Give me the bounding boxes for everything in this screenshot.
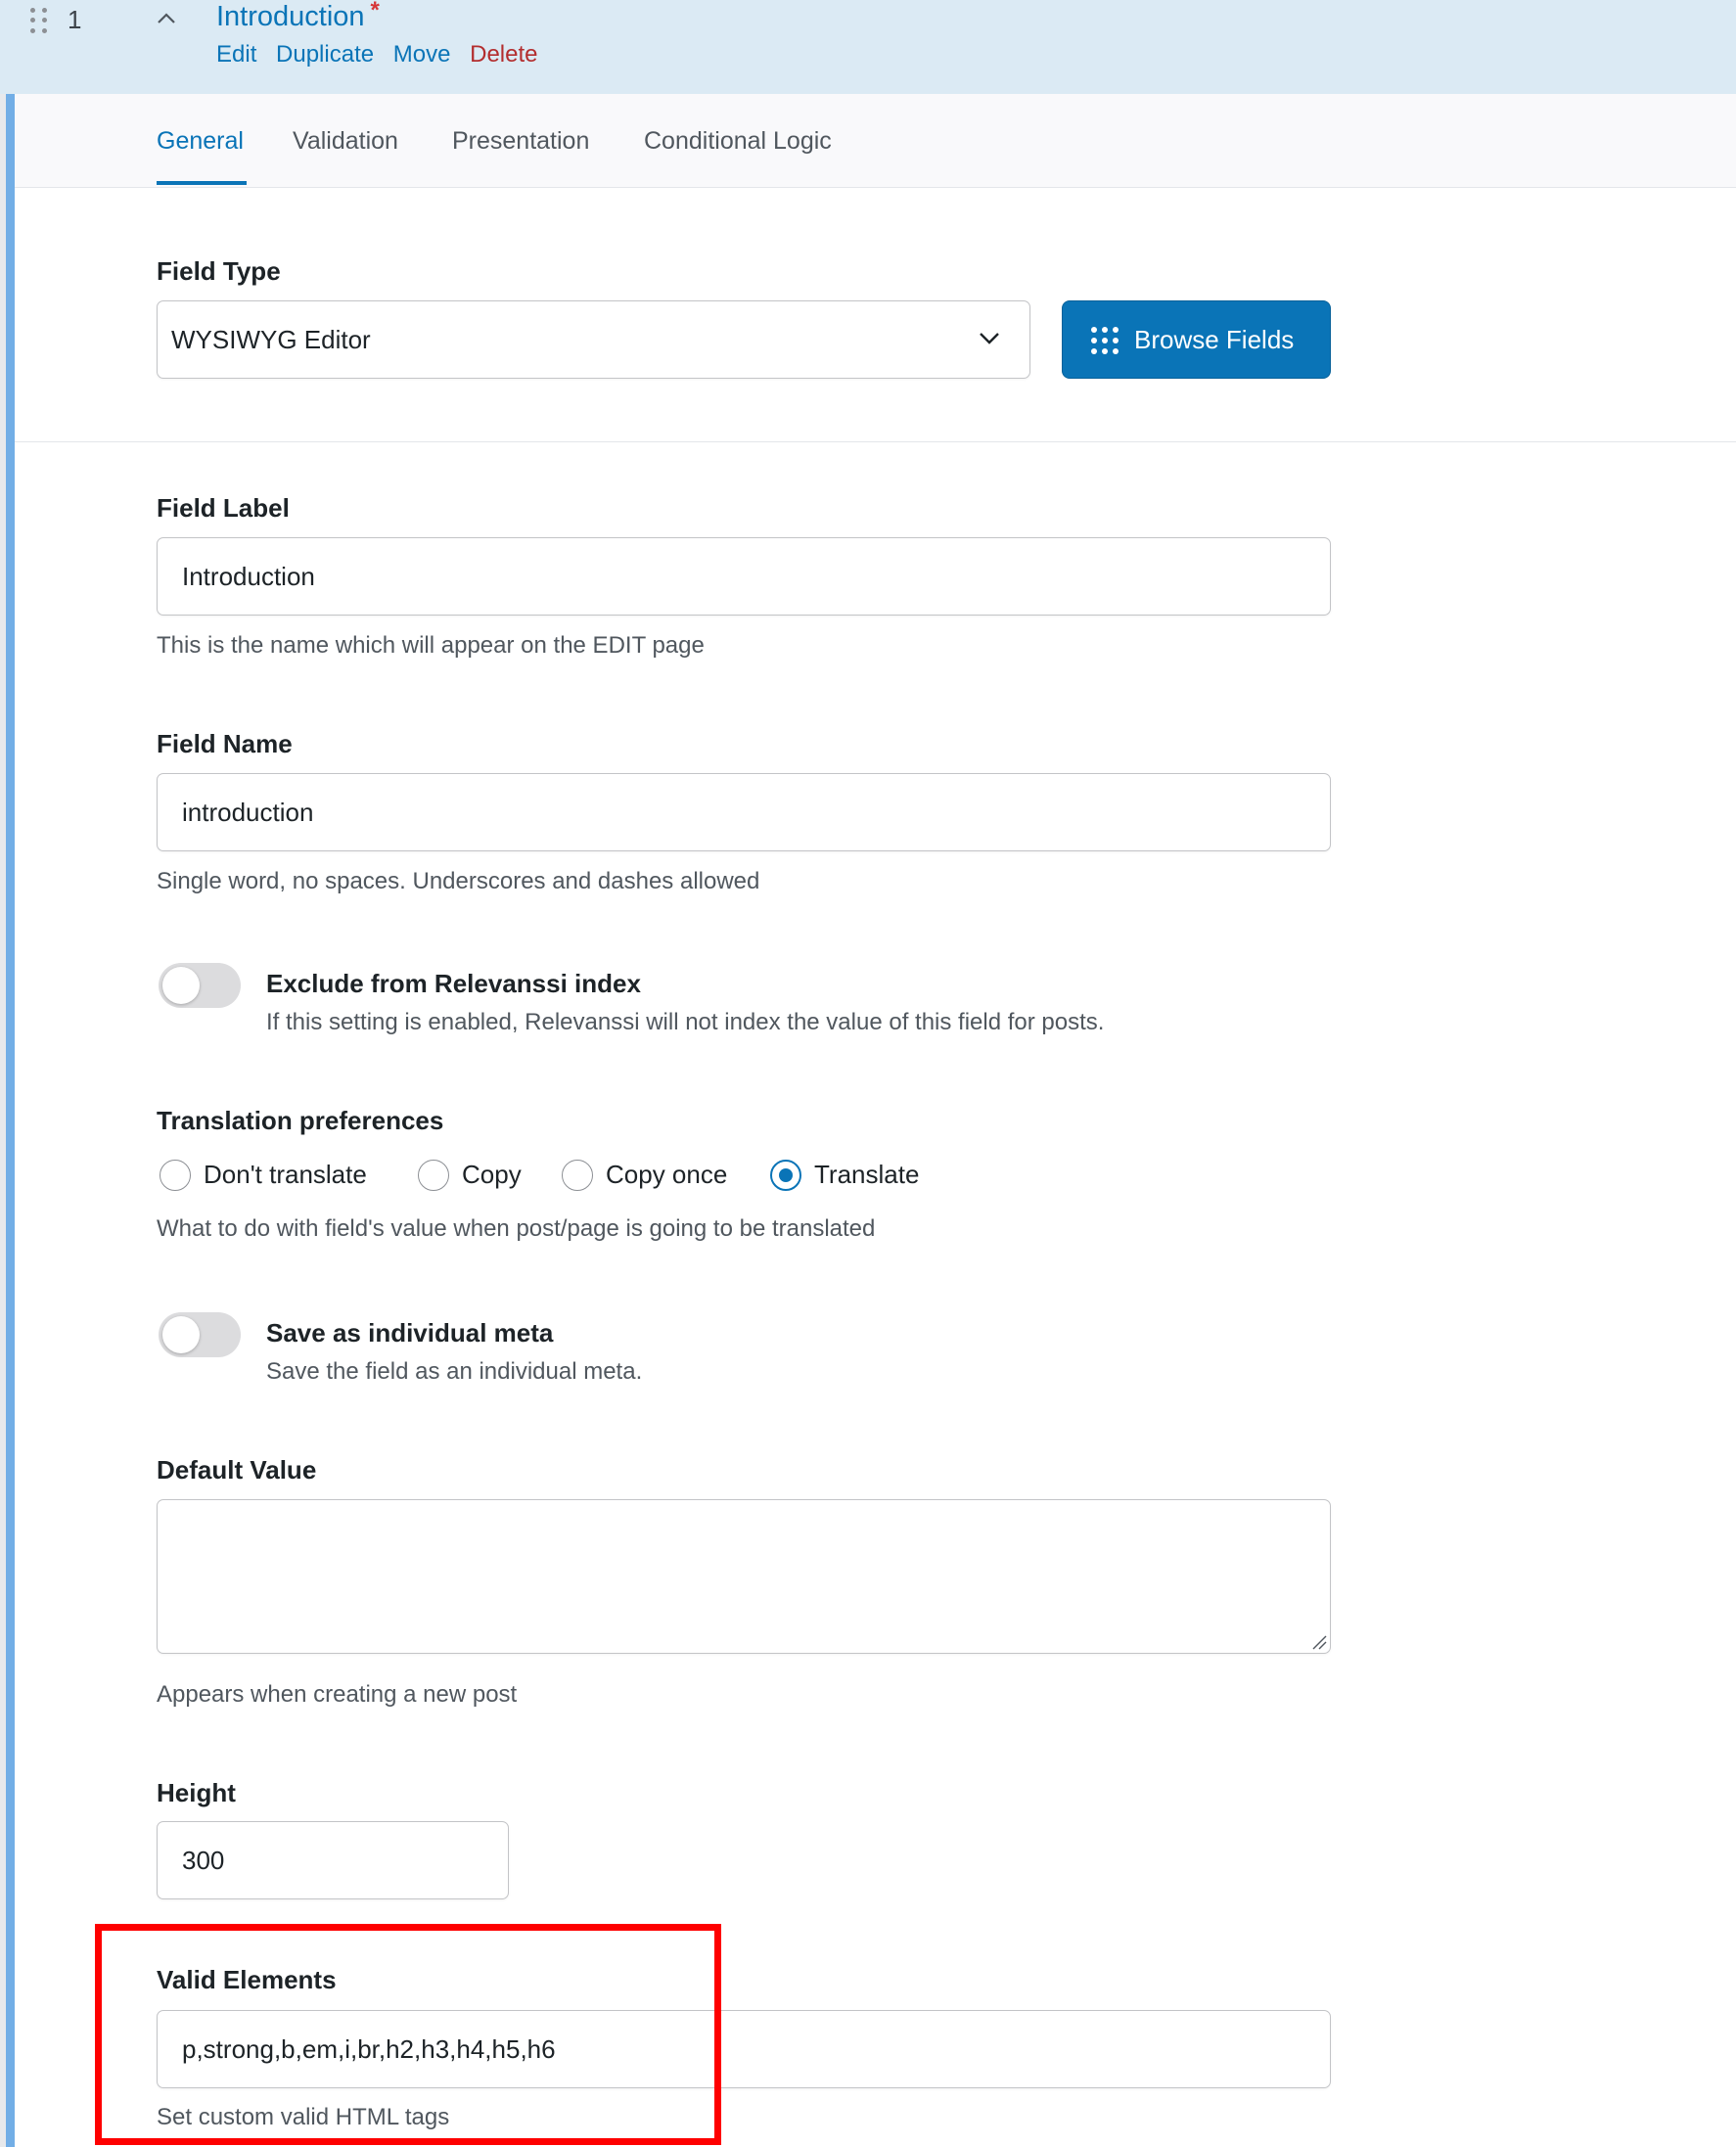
default-value-help: Appears when creating a new post [157,1681,518,1708]
field-name-heading: Field Name [157,729,293,758]
field-name-input[interactable]: introduction [157,773,1331,851]
radio-circle [160,1160,191,1191]
height-value: 300 [182,1846,225,1875]
active-tab-indicator [157,181,247,185]
radio-label: Translate [814,1160,920,1189]
field-open-indicator [6,94,15,2147]
exclude-relevanssi-title: Exclude from Relevanssi index [266,969,641,998]
individual-meta-description: Save the field as an individual meta. [266,1358,643,1385]
tab-general[interactable]: General [157,127,244,156]
height-label: Height [157,1778,236,1807]
field-label-heading: Field Label [157,493,290,523]
default-value-textarea[interactable] [157,1499,1331,1654]
field-title-text[interactable]: Introduction [216,1,365,32]
chevron-up-icon[interactable] [156,8,177,29]
browse-fields-label: Browse Fields [1134,325,1295,354]
individual-meta-toggle[interactable] [159,1312,241,1357]
field-title[interactable]: Introduction * [216,0,380,33]
field-name-help: Single word, no spaces. Underscores and … [157,868,760,894]
row-actions: Edit Duplicate Move Delete [216,41,551,69]
field-label-value: Introduction [182,562,315,591]
chevron-down-icon [980,333,999,344]
exclude-relevanssi-description: If this setting is enabled, Relevanssi w… [266,1009,1105,1035]
radio-circle [418,1160,449,1191]
radio-label: Don't translate [204,1160,367,1189]
radio-label: Copy [462,1160,522,1189]
tab-validation[interactable]: Validation [293,127,398,156]
edit-link[interactable]: Edit [216,41,256,68]
translation-preferences-label: Translation preferences [157,1106,444,1135]
translation-help: What to do with field's value when post/… [157,1215,876,1242]
radio-circle-selected [770,1160,801,1191]
radio-circle [562,1160,593,1191]
highlight-annotation-box [95,1924,721,2145]
toggle-knob [162,1316,200,1353]
radio-label: Copy once [606,1160,728,1189]
field-name-value: introduction [182,798,314,827]
field-label-input[interactable]: Introduction [157,537,1331,616]
height-input[interactable]: 300 [157,1821,509,1899]
toggle-knob [162,967,200,1004]
exclude-relevanssi-toggle[interactable] [159,963,241,1008]
default-value-label: Default Value [157,1455,317,1485]
resize-grip-icon[interactable] [1311,1634,1327,1650]
delete-link[interactable]: Delete [470,41,537,68]
field-order-number: 1 [68,5,82,34]
field-type-label: Field Type [157,256,281,286]
individual-meta-title: Save as individual meta [266,1318,554,1348]
tab-conditional-logic[interactable]: Conditional Logic [644,127,832,156]
field-label-help: This is the name which will appear on th… [157,632,705,659]
move-link[interactable]: Move [393,41,451,68]
grid-icon [1091,327,1119,354]
section-divider [15,441,1736,442]
drag-handle-icon[interactable] [30,8,50,33]
duplicate-link[interactable]: Duplicate [276,41,374,68]
required-indicator: * [370,0,380,23]
browse-fields-button[interactable]: Browse Fields [1062,300,1331,379]
field-type-select[interactable]: WYSIWYG Editor [157,300,1030,379]
tab-presentation[interactable]: Presentation [452,127,589,156]
field-type-value: WYSIWYG Editor [171,325,371,354]
settings-tabs: General Validation Presentation Conditio… [15,94,1736,188]
field-header: 1 Introduction * Edit Duplicate Move Dele… [0,0,1736,94]
